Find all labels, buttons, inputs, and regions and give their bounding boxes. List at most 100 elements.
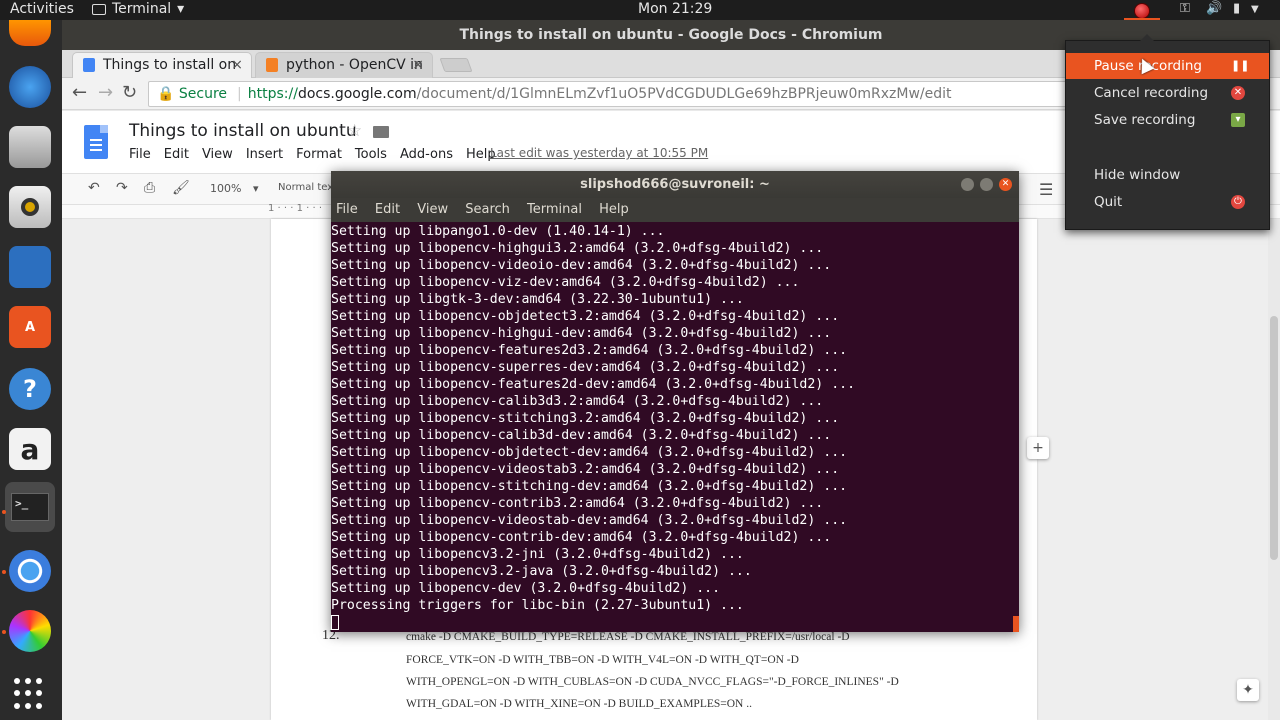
close-icon[interactable]: ✕ bbox=[999, 178, 1012, 191]
menu-addons[interactable]: Add-ons bbox=[400, 147, 453, 162]
terminal-output[interactable]: Setting up libpango1.0-dev (1.40.14-1) .… bbox=[331, 222, 1019, 632]
firefox-icon[interactable] bbox=[9, 20, 51, 46]
scrollbar-thumb[interactable] bbox=[1270, 316, 1278, 560]
hide-menus-icon[interactable]: ☰ bbox=[1039, 180, 1053, 199]
menu-format[interactable]: Format bbox=[296, 147, 342, 162]
files-icon[interactable] bbox=[9, 126, 51, 168]
last-edit-link[interactable]: Last edit was yesterday at 10:55 PM bbox=[490, 146, 708, 160]
hide-window-item[interactable]: Hide window bbox=[1066, 162, 1269, 188]
network-icon[interactable]: ⚿ bbox=[1180, 1, 1190, 16]
save-recording-item[interactable]: Save recording ▾ bbox=[1066, 107, 1269, 133]
secure-label: Secure bbox=[178, 86, 228, 102]
terminal-line: Setting up libopencv-stitching-dev:amd64… bbox=[331, 479, 848, 494]
print-button[interactable]: ⎙ bbox=[144, 180, 155, 196]
menu-insert[interactable]: Insert bbox=[246, 147, 283, 162]
terminal-window[interactable]: slipshod666@suvroneil: ~ ✕ File Edit Vie… bbox=[331, 171, 1019, 632]
quit-item[interactable]: Quit ⏻ bbox=[1066, 189, 1269, 215]
address-bar[interactable]: 🔒 Secure | https://docs.google.com/documen… bbox=[148, 81, 1088, 107]
terminal-menu-help[interactable]: Help bbox=[599, 202, 629, 217]
resize-handle[interactable] bbox=[1013, 616, 1019, 632]
docs-menu-bar: File Edit View Insert Format Tools Add-o… bbox=[129, 147, 509, 162]
menu-edit[interactable]: Edit bbox=[164, 147, 189, 162]
dock: A ? a >_ bbox=[0, 20, 62, 720]
menu-tools[interactable]: Tools bbox=[355, 147, 387, 162]
help-icon[interactable]: ? bbox=[9, 368, 51, 410]
terminal-line: Setting up libopencv-highgui-dev:amd64 (… bbox=[331, 326, 832, 341]
tab-title: Things to install on bbox=[103, 57, 237, 73]
docs-favicon-icon bbox=[83, 58, 95, 72]
zoom-select[interactable]: 100% ▾ bbox=[210, 182, 258, 195]
terminal-title: slipshod666@suvroneil: ~ bbox=[580, 177, 770, 192]
app-menu-label: Terminal bbox=[112, 1, 172, 17]
terminal-line: Processing triggers for libc-bin (2.27-3… bbox=[331, 598, 744, 613]
star-icon[interactable]: ☆ bbox=[347, 121, 362, 141]
terminal-line: Setting up libopencv-dev (3.2.0+dfsg-4bu… bbox=[331, 581, 721, 596]
clock[interactable]: Mon 21:29 bbox=[638, 1, 712, 17]
tab-title: python - OpenCV in bbox=[286, 57, 423, 73]
terminal-menu-view[interactable]: View bbox=[417, 202, 448, 217]
running-indicator bbox=[2, 570, 6, 574]
terminal-menu-search[interactable]: Search bbox=[465, 202, 510, 217]
cancel-recording-item[interactable]: Cancel recording ✕ bbox=[1066, 80, 1269, 106]
terminal-menu-terminal[interactable]: Terminal bbox=[527, 202, 582, 217]
activities-button[interactable]: Activities bbox=[10, 1, 74, 17]
forward-button[interactable]: → bbox=[98, 82, 113, 103]
doc-line[interactable]: WITH_GDAL=ON -D WITH_XINE=ON -D BUILD_EX… bbox=[406, 698, 752, 710]
terminal-line: Setting up libgtk-3-dev:amd64 (3.22.30-1… bbox=[331, 292, 744, 307]
back-button[interactable]: ← bbox=[72, 82, 87, 103]
terminal-line: Setting up libopencv-videostab3.2:amd64 … bbox=[331, 462, 840, 477]
doc-line[interactable]: cmake -D CMAKE_BUILD_TYPE=RELEASE -D CMA… bbox=[406, 631, 850, 643]
doc-line[interactable]: WITH_OPENGL=ON -D WITH_CUBLAS=ON -D CUDA… bbox=[406, 676, 899, 688]
menu-file[interactable]: File bbox=[129, 147, 151, 162]
libreoffice-writer-icon[interactable] bbox=[9, 246, 51, 288]
terminal-line: Setting up libopencv-objdetect3.2:amd64 … bbox=[331, 309, 840, 324]
terminal-menu-edit[interactable]: Edit bbox=[375, 202, 400, 217]
maximize-icon[interactable] bbox=[980, 178, 993, 191]
paint-format-button[interactable]: 🖌 bbox=[172, 180, 190, 196]
terminal-icon: >_ bbox=[11, 493, 49, 521]
reload-button[interactable]: ↻ bbox=[122, 82, 137, 103]
undo-button[interactable]: ↶ bbox=[88, 180, 100, 196]
pause-recording-item[interactable]: Pause recording ❚❚ bbox=[1066, 53, 1269, 79]
volume-icon[interactable]: 🔊 bbox=[1206, 1, 1222, 16]
explore-icon[interactable]: ✦ bbox=[1237, 679, 1259, 701]
google-docs-logo-icon[interactable] bbox=[84, 125, 108, 159]
style-select[interactable]: Normal tex bbox=[278, 182, 333, 193]
terminal-titlebar[interactable]: slipshod666@suvroneil: ~ bbox=[331, 171, 1019, 198]
thunderbird-icon[interactable] bbox=[9, 66, 51, 108]
terminal-line: Setting up libopencv3.2-jni (3.2.0+dfsg-… bbox=[331, 547, 744, 562]
tab-close-icon[interactable]: × bbox=[412, 53, 424, 77]
recorder-menu: Pause recording ❚❚ Cancel recording ✕ Sa… bbox=[1065, 34, 1270, 230]
menu-view[interactable]: View bbox=[202, 147, 233, 162]
running-indicator bbox=[2, 510, 6, 514]
minimize-icon[interactable] bbox=[961, 178, 974, 191]
stackoverflow-favicon-icon bbox=[266, 58, 278, 72]
chromium-icon[interactable] bbox=[9, 550, 51, 592]
software-center-icon[interactable]: A bbox=[9, 306, 51, 348]
ruler-marks: 1 · · · 1 · · · bbox=[268, 203, 323, 214]
terminal-line: Setting up libopencv-calib3d3.2:amd64 (3… bbox=[331, 394, 824, 409]
rhythmbox-icon[interactable] bbox=[9, 186, 51, 228]
terminal-line: Setting up libopencv-contrib3.2:amd64 (3… bbox=[331, 496, 824, 511]
show-applications-icon[interactable] bbox=[14, 678, 46, 710]
doc-line[interactable]: FORCE_VTK=ON -D WITH_TBB=ON -D WITH_V4L=… bbox=[406, 654, 799, 666]
tab-google-docs[interactable]: Things to install on × bbox=[72, 52, 252, 78]
terminal-menu-file[interactable]: File bbox=[336, 202, 358, 217]
recorder-icon[interactable] bbox=[1134, 3, 1150, 19]
app-menu[interactable]: Terminal ▾ bbox=[92, 1, 184, 17]
document-title[interactable]: Things to install on ubuntu bbox=[129, 121, 357, 141]
tab-close-icon[interactable]: × bbox=[231, 53, 243, 77]
amazon-icon[interactable]: a bbox=[9, 428, 51, 470]
color-app-icon[interactable] bbox=[9, 610, 51, 652]
tab-stackoverflow[interactable]: python - OpenCV in × bbox=[255, 52, 433, 78]
terminal-line: Setting up libopencv-superres-dev:amd64 … bbox=[331, 360, 840, 375]
folder-icon[interactable] bbox=[373, 126, 389, 138]
terminal-dock-slot[interactable]: >_ bbox=[5, 482, 55, 532]
add-comment-icon[interactable]: + bbox=[1027, 437, 1049, 459]
quit-icon: ⏻ bbox=[1231, 195, 1245, 209]
battery-icon[interactable]: ▮ bbox=[1233, 1, 1240, 16]
power-menu-chevron-icon[interactable]: ▼ bbox=[1251, 4, 1259, 15]
redo-button[interactable]: ↷ bbox=[116, 180, 128, 196]
new-tab-button[interactable] bbox=[439, 58, 473, 72]
save-recording-label: Save recording bbox=[1094, 112, 1196, 128]
